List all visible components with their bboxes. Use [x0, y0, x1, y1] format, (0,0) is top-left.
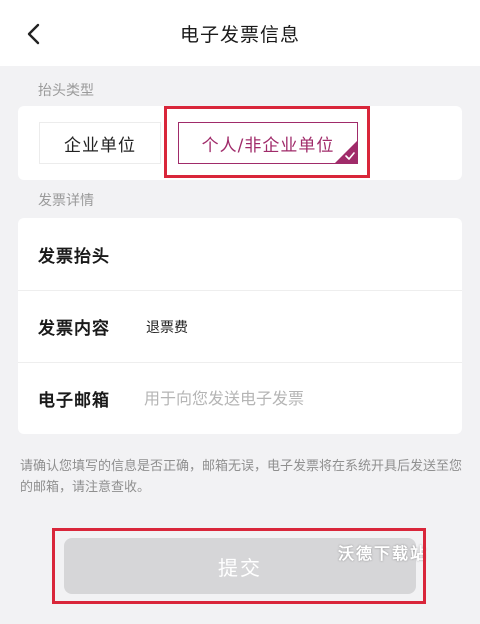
row-email[interactable]: 电子邮箱 [18, 362, 462, 434]
invoice-content-value: 退票费 [146, 319, 188, 336]
page-title: 电子发票信息 [179, 24, 300, 46]
top-bar: 电子发票信息 [0, 0, 480, 66]
invoice-content-label: 发票内容 [38, 319, 110, 339]
invoice-title-label: 发票抬头 [38, 246, 110, 267]
email-label: 电子邮箱 [38, 391, 110, 411]
row-invoice-title[interactable]: 发票抬头 [18, 218, 462, 290]
invoice-type-label: 抬头类型 [38, 83, 94, 99]
invoice-details-label: 发票详情 [38, 193, 94, 209]
option-personal[interactable]: 个人/非企业单位 [178, 122, 358, 164]
email-input[interactable] [144, 382, 444, 415]
option-personal-label: 个人/非企业单位 [201, 135, 335, 156]
invoice-details-card: 发票抬头 发票内容 退票费 电子邮箱 [18, 218, 462, 434]
invoice-type-card: 企业单位 个人/非企业单位 [18, 106, 462, 180]
row-invoice-content: 发票内容 退票费 [18, 290, 462, 362]
option-company[interactable]: 企业单位 [39, 122, 161, 164]
watermark: 沃德下载站 [338, 544, 429, 563]
invoice-title-input[interactable] [144, 238, 444, 270]
notice-text: 请确认您填写的信息是否正确，邮箱无误，电子发票将在系统开具后发送至您的邮箱，请注… [20, 459, 463, 495]
check-corner-icon [335, 141, 357, 163]
